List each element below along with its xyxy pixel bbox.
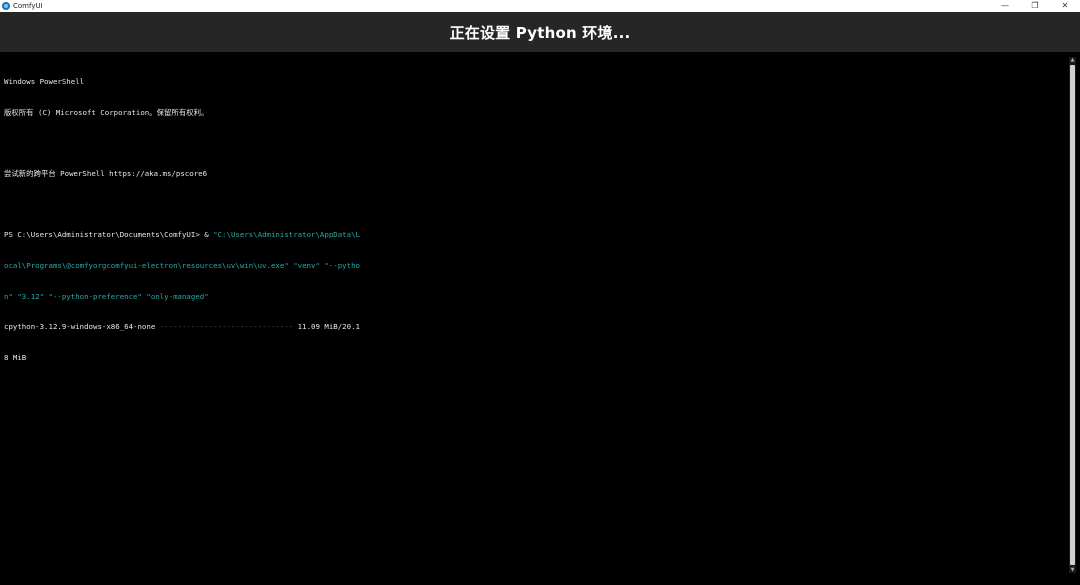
prompt-text: PS C:\Users\Administrator\Documents\Comf… bbox=[4, 230, 214, 240]
download-progress-line: cpython-3.12.9-windows-x86_64-none -----… bbox=[4, 322, 414, 332]
comfyui-logo-icon bbox=[2, 2, 10, 10]
close-button[interactable]: ✕ bbox=[1050, 0, 1080, 12]
scroll-down-arrow-icon[interactable]: ▼ bbox=[1069, 567, 1076, 573]
minimize-button[interactable]: — bbox=[990, 0, 1020, 12]
scrollbar-thumb[interactable] bbox=[1070, 65, 1075, 565]
terminal-line: 版权所有 (C) Microsoft Corporation。保留所有权利。 bbox=[4, 108, 209, 117]
terminal-line: Windows PowerShell bbox=[4, 77, 85, 87]
command-line-continued: n" "3.12" "--python-preference" "only-ma… bbox=[4, 291, 209, 301]
command-line: PS C:\Users\Administrator\Documents\Comf… bbox=[4, 230, 414, 240]
window-controls: — ❐ ✕ bbox=[990, 0, 1080, 12]
terminal-line: 尝试新的跨平台 PowerShell https://aka.ms/pscore… bbox=[4, 169, 208, 179]
download-progress-bar: ------------------------------ bbox=[159, 322, 294, 332]
terminal-text: Windows PowerShell 版权所有 (C) Microsoft Co… bbox=[4, 57, 414, 383]
setup-status-title: 正在设置 Python 环境... bbox=[449, 23, 631, 42]
scroll-up-arrow-icon[interactable]: ▲ bbox=[1069, 57, 1076, 63]
download-package-name: cpython-3.12.9-windows-x86_64-none bbox=[4, 322, 160, 332]
terminal-output[interactable]: Windows PowerShell 版权所有 (C) Microsoft Co… bbox=[0, 52, 1068, 585]
window-title-bar: ComfyUI — ❐ ✕ bbox=[0, 0, 1080, 12]
terminal-scrollbar[interactable]: ▲ ▼ bbox=[1069, 57, 1076, 573]
command-path: "C:\Users\Administrator\AppData\L bbox=[213, 230, 360, 240]
command-line-continued: ocal\Programs\@comfyorgcomfyui-electron\… bbox=[4, 260, 360, 270]
download-progress-line-continued: 8 MiB bbox=[4, 352, 27, 362]
setup-header: 正在设置 Python 环境... bbox=[0, 12, 1080, 52]
restore-button[interactable]: ❐ bbox=[1020, 0, 1050, 12]
window-title: ComfyUI bbox=[13, 2, 43, 10]
download-progress-value: 11.09 MiB/20.1 bbox=[293, 322, 360, 332]
